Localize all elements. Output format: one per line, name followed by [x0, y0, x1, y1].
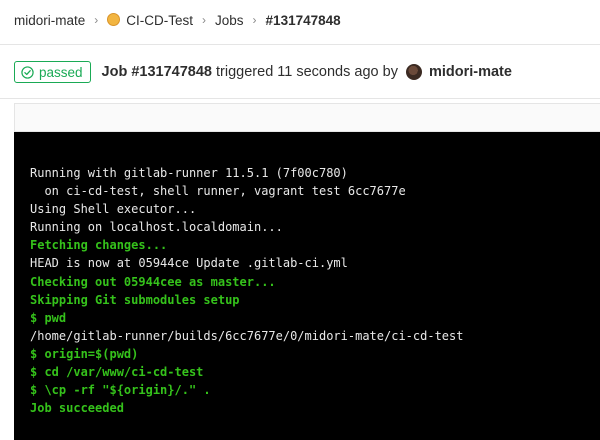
job-id: Job #131747848: [101, 64, 212, 80]
log-line: $ pwd: [30, 310, 67, 325]
log-line: Running on localhost.localdomain...: [30, 220, 283, 235]
log-line: Fetching changes...: [30, 238, 168, 253]
log-line: $ cd /var/www/ci-cd-test: [30, 365, 204, 380]
breadcrumb: midori-mate › CI-CD-Test › Jobs › #13174…: [14, 0, 600, 40]
breadcrumb-jobs[interactable]: Jobs: [215, 13, 244, 28]
log-line: Using Shell executor...: [30, 202, 197, 217]
job-log: Running with gitlab-runner 11.5.1 (7f00c…: [14, 132, 600, 440]
log-line: Skipping Git submodules setup: [30, 292, 240, 307]
divider: [0, 44, 600, 45]
project-avatar: [107, 13, 121, 26]
log-line: Job succeeded: [30, 401, 124, 416]
status-label: passed: [39, 64, 83, 80]
chevron-right-icon: ›: [202, 13, 207, 27]
breadcrumb-project-label: CI-CD-Test: [126, 13, 194, 28]
divider: [0, 98, 600, 99]
triggered-text: triggered 11 seconds ago by: [216, 64, 398, 80]
job-user-link[interactable]: midori-mate: [429, 64, 512, 80]
log-line: HEAD is now at 05944ce Update .gitlab-ci…: [30, 256, 348, 271]
log-toolbar: [14, 103, 600, 132]
log-line: $ origin=$(pwd): [30, 346, 139, 361]
job-header: passed Job #131747848 triggered 11 secon…: [14, 59, 600, 85]
log-line: on ci-cd-test, shell runner, vagrant tes…: [30, 184, 406, 199]
log-line: Checking out 05944cee as master...: [30, 274, 276, 289]
breadcrumb-project[interactable]: CI-CD-Test: [107, 12, 193, 28]
status-badge[interactable]: passed: [14, 61, 91, 83]
log-line: $ \cp -rf "${origin}/." .: [30, 383, 211, 398]
log-line: /home/gitlab-runner/builds/6cc7677e/0/mi…: [30, 328, 464, 343]
log-line: Running with gitlab-runner 11.5.1 (7f00c…: [30, 166, 348, 180]
chevron-right-icon: ›: [94, 13, 99, 27]
avatar[interactable]: [405, 64, 422, 80]
breadcrumb-current-job[interactable]: #131747848: [266, 13, 341, 28]
breadcrumb-user[interactable]: midori-mate: [14, 13, 85, 28]
job-title: Job #131747848 triggered 11 seconds ago …: [102, 64, 512, 80]
chevron-right-icon: ›: [252, 13, 257, 27]
check-circle-icon: [21, 65, 34, 79]
